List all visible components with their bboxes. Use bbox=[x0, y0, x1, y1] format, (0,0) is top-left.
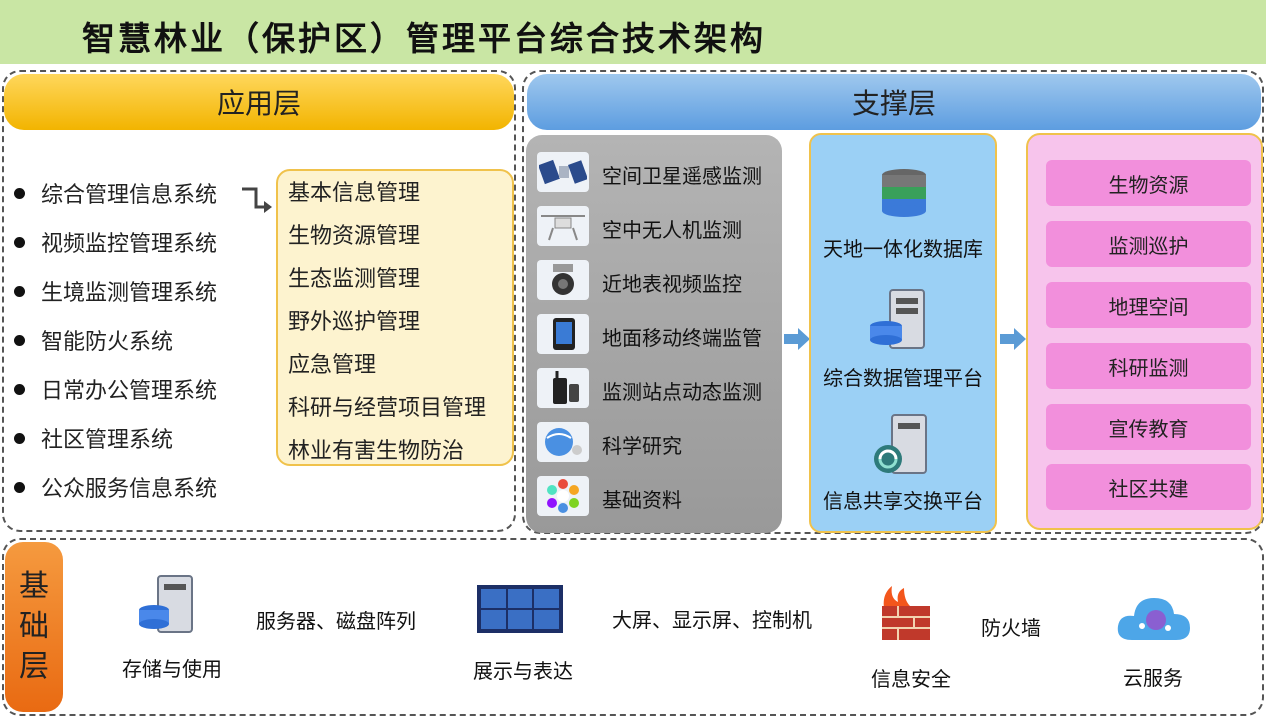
monitoring-item: 地面移动终端监管 bbox=[602, 326, 762, 350]
monitoring-item: 科学研究 bbox=[602, 434, 682, 458]
bullet-icon bbox=[14, 285, 25, 297]
database-label: 天地一体化数据库 bbox=[823, 237, 983, 261]
resource-item: 宣传教育 bbox=[1046, 404, 1251, 450]
monitoring-item: 监测站点动态监测 bbox=[602, 380, 762, 404]
support-layer-header: 支撑层 bbox=[527, 74, 1261, 130]
module-item: 基本信息管理 bbox=[288, 181, 421, 206]
drone-icon bbox=[537, 206, 589, 246]
database-label: 综合数据管理平台 bbox=[823, 366, 983, 390]
system-item: 智能防火系统 bbox=[14, 324, 173, 356]
monitoring-item: 空间卫星遥感监测 bbox=[602, 164, 762, 188]
globe-icon bbox=[537, 422, 589, 462]
storage-server-icon bbox=[139, 575, 193, 633]
bullet-icon bbox=[14, 481, 25, 493]
puzzle-icon bbox=[537, 476, 589, 516]
radio-icon bbox=[537, 368, 589, 408]
system-item: 视频监控管理系统 bbox=[14, 226, 217, 258]
base-item-label: 展示与表达 bbox=[473, 659, 573, 683]
exchange-server-icon bbox=[874, 414, 927, 474]
satellite-icon bbox=[537, 152, 589, 192]
bullet-icon bbox=[14, 383, 25, 395]
system-item: 社区管理系统 bbox=[14, 422, 173, 454]
base-item-label: 信息安全 bbox=[871, 667, 951, 691]
base-item-label: 云服务 bbox=[1123, 666, 1183, 690]
bullet-icon bbox=[14, 432, 25, 444]
monitoring-item: 近地表视频监控 bbox=[602, 272, 742, 296]
tablet-icon bbox=[537, 314, 589, 354]
server-icon bbox=[870, 289, 925, 349]
module-item: 生态监测管理 bbox=[288, 267, 421, 292]
elbow-arrow-icon bbox=[242, 187, 272, 213]
base-layer-tag: 基 础 层 bbox=[5, 542, 63, 712]
base-item-label: 存储与使用 bbox=[122, 657, 222, 681]
base-item-desc: 大屏、显示屏、控制机 bbox=[612, 608, 812, 632]
module-item: 林业有害生物防治 bbox=[288, 439, 465, 464]
resource-item: 监测巡护 bbox=[1046, 221, 1251, 267]
bullet-icon bbox=[14, 236, 25, 248]
resource-item: 科研监测 bbox=[1046, 343, 1251, 389]
resource-item: 生物资源 bbox=[1046, 160, 1251, 206]
firewall-icon bbox=[882, 586, 930, 640]
module-item: 生物资源管理 bbox=[288, 224, 421, 249]
monitoring-item: 空中无人机监测 bbox=[602, 218, 742, 242]
system-item: 生境监测管理系统 bbox=[14, 275, 217, 307]
monitoring-item: 基础资料 bbox=[602, 488, 682, 512]
module-item: 应急管理 bbox=[288, 353, 377, 378]
video-wall-icon bbox=[477, 585, 563, 633]
database-icon bbox=[882, 169, 926, 217]
database-label: 信息共享交换平台 bbox=[823, 489, 983, 513]
app-layer-header: 应用层 bbox=[4, 74, 514, 130]
base-item-desc: 服务器、磁盘阵列 bbox=[256, 609, 416, 633]
resource-item: 社区共建 bbox=[1046, 464, 1251, 510]
right-arrow-icon bbox=[1000, 328, 1026, 350]
bullet-icon bbox=[14, 187, 25, 199]
page-title: 智慧林业（保护区）管理平台综合技术架构 bbox=[82, 19, 766, 58]
system-item: 综合管理信息系统 bbox=[14, 177, 217, 209]
base-item-desc: 防火墙 bbox=[981, 616, 1041, 640]
resource-item: 地理空间 bbox=[1046, 282, 1251, 328]
cloud-icon bbox=[1117, 598, 1190, 640]
system-item: 日常办公管理系统 bbox=[14, 373, 217, 405]
camera-icon bbox=[537, 260, 589, 300]
module-item: 野外巡护管理 bbox=[288, 310, 421, 335]
bullet-icon bbox=[14, 334, 25, 346]
module-item: 科研与经营项目管理 bbox=[288, 396, 487, 421]
right-arrow-icon bbox=[784, 328, 810, 350]
system-item: 公众服务信息系统 bbox=[14, 471, 217, 503]
